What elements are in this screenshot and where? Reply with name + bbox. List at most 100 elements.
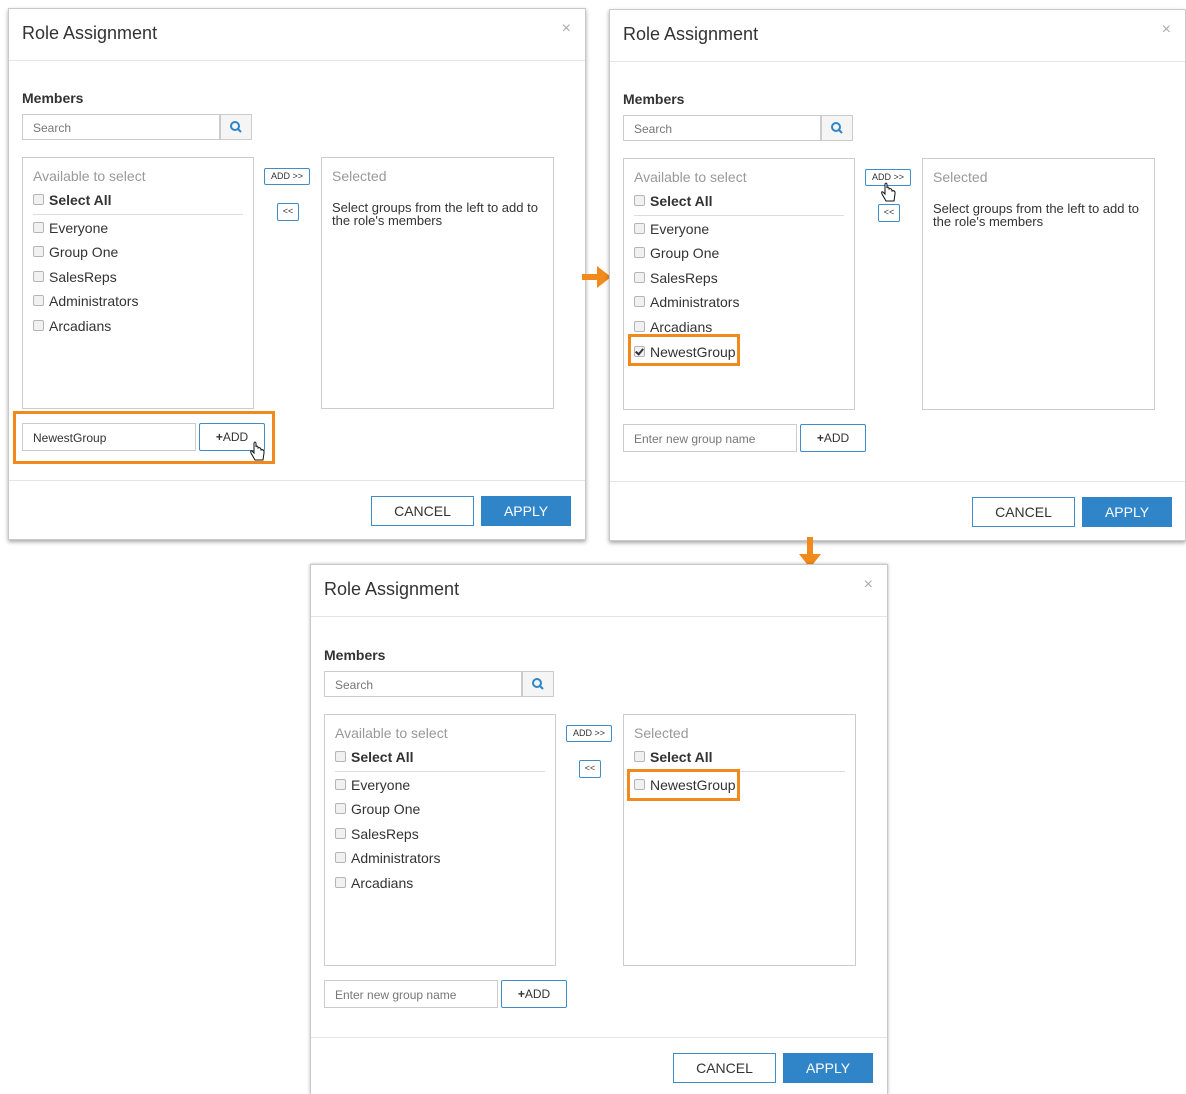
item-label: Group One: [351, 801, 421, 817]
divider: [335, 771, 545, 772]
item-label: Group One: [650, 245, 720, 261]
divider: [634, 215, 844, 216]
close-icon[interactable]: ×: [562, 20, 571, 38]
checkbox[interactable]: [335, 779, 346, 790]
list-item[interactable]: Administrators: [335, 850, 440, 866]
list-item[interactable]: Everyone: [634, 221, 709, 237]
checkbox[interactable]: [335, 877, 346, 888]
members-label: Members: [22, 90, 84, 106]
item-label: Arcadians: [49, 318, 112, 334]
checkbox[interactable]: [634, 272, 645, 283]
list-item[interactable]: Group One: [33, 244, 118, 260]
available-header: Available to select: [634, 169, 747, 185]
list-item[interactable]: Everyone: [335, 777, 410, 793]
list-item[interactable]: SalesReps: [634, 270, 718, 286]
checkbox[interactable]: [33, 295, 44, 306]
list-item[interactable]: Group One: [335, 801, 420, 817]
search-button[interactable]: [220, 114, 252, 140]
search-icon: [532, 678, 544, 690]
search-input[interactable]: Search: [324, 671, 522, 697]
checkbox[interactable]: [335, 852, 346, 863]
list-item[interactable]: Arcadians: [33, 318, 111, 334]
apply-button[interactable]: APPLY: [481, 496, 571, 526]
checkbox[interactable]: [634, 751, 645, 762]
cancel-button[interactable]: CANCEL: [371, 496, 474, 526]
checkbox[interactable]: [634, 247, 645, 258]
members-label: Members: [324, 647, 386, 663]
search-button[interactable]: [821, 115, 853, 141]
new-group-input[interactable]: Enter new group name: [623, 424, 797, 452]
item-label: SalesReps: [650, 270, 718, 286]
checkbox[interactable]: [335, 803, 346, 814]
plus-icon: +: [816, 431, 824, 445]
selected-header: Selected: [332, 168, 387, 184]
list-item[interactable]: Administrators: [634, 294, 739, 310]
checkbox[interactable]: [634, 321, 645, 332]
checkbox[interactable]: [33, 320, 44, 331]
footer-divider: [9, 480, 585, 481]
checkbox[interactable]: [335, 751, 346, 762]
cancel-button[interactable]: CANCEL: [972, 497, 1075, 527]
add-group-button[interactable]: +ADD: [501, 980, 567, 1008]
dialog-header: Role Assignment ×: [610, 10, 1185, 62]
selected-hint: Select groups from the left to add to th…: [332, 200, 538, 228]
add-group-label: ADD: [823, 431, 850, 445]
search-input[interactable]: Search: [623, 115, 821, 141]
select-all-checkbox[interactable]: Select All: [33, 192, 112, 208]
item-label: SalesReps: [351, 826, 419, 842]
highlight-box: [627, 769, 740, 801]
checkbox[interactable]: [634, 195, 645, 206]
list-item[interactable]: Arcadians: [335, 875, 413, 891]
item-label: Administrators: [351, 850, 441, 866]
list-item[interactable]: Arcadians: [634, 319, 712, 335]
select-all-label: Select All: [49, 192, 112, 208]
checkbox[interactable]: [634, 296, 645, 307]
dialog-header: Role Assignment ×: [311, 565, 887, 617]
selected-list: Selected Select All NewestGroup: [623, 714, 856, 966]
search-button[interactable]: [522, 671, 554, 697]
remove-selected-button[interactable]: <<: [277, 203, 299, 221]
add-group-label: ADD: [524, 987, 551, 1001]
checkbox[interactable]: [33, 194, 44, 205]
list-item[interactable]: Administrators: [33, 293, 138, 309]
plus-icon: +: [517, 987, 525, 1001]
remove-selected-button[interactable]: <<: [579, 760, 601, 778]
apply-button[interactable]: APPLY: [783, 1053, 873, 1083]
list-item[interactable]: SalesReps: [33, 269, 117, 285]
available-list: Available to select Select All Everyone …: [22, 157, 254, 409]
apply-button[interactable]: APPLY: [1082, 497, 1172, 527]
list-item[interactable]: Group One: [634, 245, 719, 261]
item-label: Everyone: [49, 220, 109, 236]
dialog-title: Role Assignment: [22, 23, 158, 43]
search-icon: [230, 121, 242, 133]
members-label: Members: [623, 91, 685, 107]
cancel-button[interactable]: CANCEL: [673, 1053, 776, 1083]
list-item[interactable]: Everyone: [33, 220, 108, 236]
select-all-checkbox[interactable]: Select All: [335, 749, 414, 765]
available-list: Available to select Select All Everyone …: [623, 158, 855, 410]
close-icon[interactable]: ×: [1162, 21, 1171, 39]
checkbox[interactable]: [33, 222, 44, 233]
selected-hint: Select groups from the left to add to th…: [933, 201, 1139, 229]
checkbox[interactable]: [33, 246, 44, 257]
checkbox[interactable]: [335, 828, 346, 839]
close-icon[interactable]: ×: [864, 576, 873, 594]
select-all-checkbox[interactable]: Select All: [634, 193, 713, 209]
item-label: Administrators: [650, 294, 740, 310]
list-item[interactable]: SalesReps: [335, 826, 419, 842]
add-selected-button[interactable]: ADD >>: [264, 168, 310, 185]
checkbox[interactable]: [634, 223, 645, 234]
checkbox[interactable]: [33, 271, 44, 282]
available-header: Available to select: [33, 168, 146, 184]
selected-list: Selected Select groups from the left to …: [922, 158, 1155, 410]
available-list: Available to select Select All Everyone …: [324, 714, 556, 966]
new-group-input[interactable]: Enter new group name: [324, 980, 498, 1008]
selected-select-all-checkbox[interactable]: Select All: [634, 749, 713, 765]
remove-selected-button[interactable]: <<: [878, 204, 900, 222]
add-selected-button[interactable]: ADD >>: [566, 725, 612, 742]
highlight-box: [13, 411, 275, 464]
search-input[interactable]: Search: [22, 114, 220, 140]
select-all-label: Select All: [650, 749, 713, 765]
add-group-button[interactable]: +ADD: [800, 424, 866, 452]
role-assignment-dialog-step1: Role Assignment × Members Search Availab…: [8, 8, 586, 540]
